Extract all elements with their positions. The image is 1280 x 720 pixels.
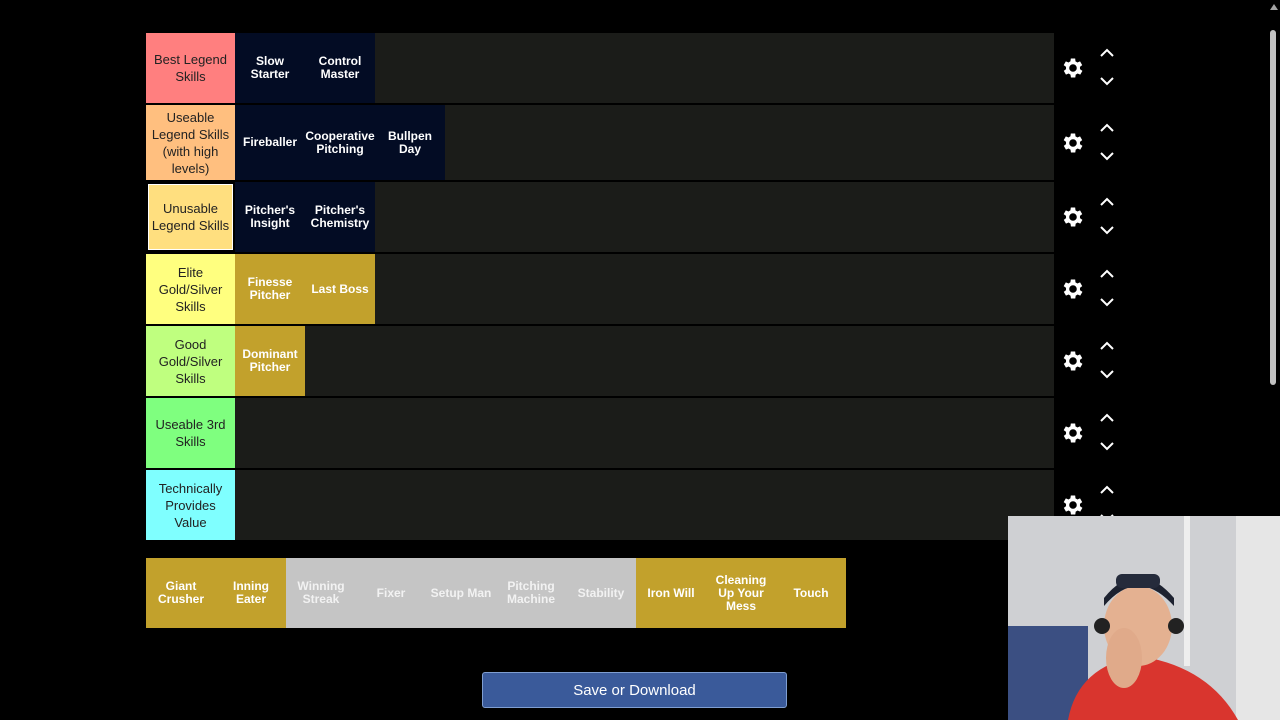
skill-item[interactable]: Stability — [566, 558, 636, 628]
tier-row-best-legend: Best Legend Skills Slow Starter Control … — [146, 33, 1126, 103]
chevron-down-icon[interactable] — [1100, 76, 1114, 86]
chevron-down-icon[interactable] — [1100, 297, 1114, 307]
gear-icon[interactable] — [1060, 204, 1086, 230]
gear-icon[interactable] — [1060, 130, 1086, 156]
chevron-up-icon[interactable] — [1100, 413, 1114, 423]
skill-item[interactable]: Finesse Pitcher — [235, 254, 305, 324]
skill-item[interactable]: Last Boss — [305, 254, 375, 324]
tier-controls — [1054, 326, 1126, 396]
tier-row-good-gold-silver: Good Gold/Silver Skills Dominant Pitcher — [146, 326, 1126, 396]
unranked-items-pool: Giant Crusher Inning Eater Winning Strea… — [146, 558, 846, 628]
tier-items: Dominant Pitcher — [235, 326, 1126, 396]
skill-item[interactable]: Cooperative Pitching — [305, 105, 375, 180]
tier-label[interactable]: Technically Provides Value — [146, 470, 235, 540]
chevron-up-icon[interactable] — [1100, 123, 1114, 133]
skill-item[interactable]: Pitcher's Chemistry — [305, 182, 375, 252]
gear-icon[interactable] — [1060, 55, 1086, 81]
skill-item[interactable]: Winning Streak — [286, 558, 356, 628]
tier-row-unusable-legend: Unusable Legend Skills Pitcher's Insight… — [146, 182, 1126, 252]
chevron-up-icon[interactable] — [1100, 197, 1114, 207]
skill-item[interactable]: Giant Crusher — [146, 558, 216, 628]
tier-label[interactable]: Good Gold/Silver Skills — [146, 326, 235, 396]
tier-label[interactable]: Best Legend Skills — [146, 33, 235, 103]
gear-icon[interactable] — [1060, 276, 1086, 302]
tier-items: Pitcher's Insight Pitcher's Chemistry — [235, 182, 1126, 252]
gear-icon[interactable] — [1060, 420, 1086, 446]
tier-label[interactable]: Useable Legend Skills (with high levels) — [146, 105, 235, 180]
tier-controls — [1054, 182, 1126, 252]
tier-controls — [1054, 254, 1126, 324]
save-or-download-button[interactable]: Save or Download — [482, 672, 787, 708]
tier-label[interactable]: Elite Gold/Silver Skills — [146, 254, 235, 324]
chevron-up-icon[interactable] — [1100, 341, 1114, 351]
skill-item[interactable]: Touch — [776, 558, 846, 628]
tier-label[interactable]: Unusable Legend Skills — [146, 182, 235, 252]
chevron-up-icon[interactable] — [1100, 485, 1114, 495]
skill-item[interactable]: Dominant Pitcher — [235, 326, 305, 396]
tier-items: Finesse Pitcher Last Boss — [235, 254, 1126, 324]
tier-items — [235, 398, 1126, 468]
tier-items: Fireballer Cooperative Pitching Bullpen … — [235, 105, 1126, 180]
tier-row-useable-3rd: Useable 3rd Skills — [146, 398, 1126, 468]
tier-row-elite-gold-silver: Elite Gold/Silver Skills Finesse Pitcher… — [146, 254, 1126, 324]
tier-items — [235, 470, 1126, 540]
skill-item[interactable]: Control Master — [305, 33, 375, 103]
webcam-overlay — [1008, 516, 1280, 720]
tier-list: Best Legend Skills Slow Starter Control … — [146, 33, 1126, 542]
tier-row-useable-legend: Useable Legend Skills (with high levels)… — [146, 105, 1126, 180]
skill-item[interactable]: Inning Eater — [216, 558, 286, 628]
chevron-down-icon[interactable] — [1100, 151, 1114, 161]
tier-row-technically-provides-value: Technically Provides Value — [146, 470, 1126, 540]
gear-icon[interactable] — [1060, 348, 1086, 374]
scroll-up-arrow-icon[interactable] — [1270, 4, 1278, 10]
tier-controls — [1054, 105, 1126, 180]
skill-item[interactable]: Slow Starter — [235, 33, 305, 103]
chevron-down-icon[interactable] — [1100, 225, 1114, 235]
chevron-up-icon[interactable] — [1100, 48, 1114, 58]
chevron-down-icon[interactable] — [1100, 441, 1114, 451]
gear-icon[interactable] — [1060, 492, 1086, 518]
scroll-thumb[interactable] — [1270, 30, 1276, 385]
chevron-down-icon[interactable] — [1100, 369, 1114, 379]
skill-item[interactable]: Pitching Machine — [496, 558, 566, 628]
tier-controls — [1054, 398, 1126, 468]
chevron-up-icon[interactable] — [1100, 269, 1114, 279]
skill-item[interactable]: Iron Will — [636, 558, 706, 628]
tier-controls — [1054, 33, 1126, 103]
skill-item[interactable]: Cleaning Up Your Mess — [706, 558, 776, 628]
webcam-person-image — [1008, 516, 1280, 720]
skill-item[interactable]: Pitcher's Insight — [235, 182, 305, 252]
skill-item[interactable]: Bullpen Day — [375, 105, 445, 180]
skill-item[interactable]: Fixer — [356, 558, 426, 628]
skill-item[interactable]: Fireballer — [235, 105, 305, 180]
tier-items: Slow Starter Control Master — [235, 33, 1126, 103]
tier-label[interactable]: Useable 3rd Skills — [146, 398, 235, 468]
skill-item[interactable]: Setup Man — [426, 558, 496, 628]
